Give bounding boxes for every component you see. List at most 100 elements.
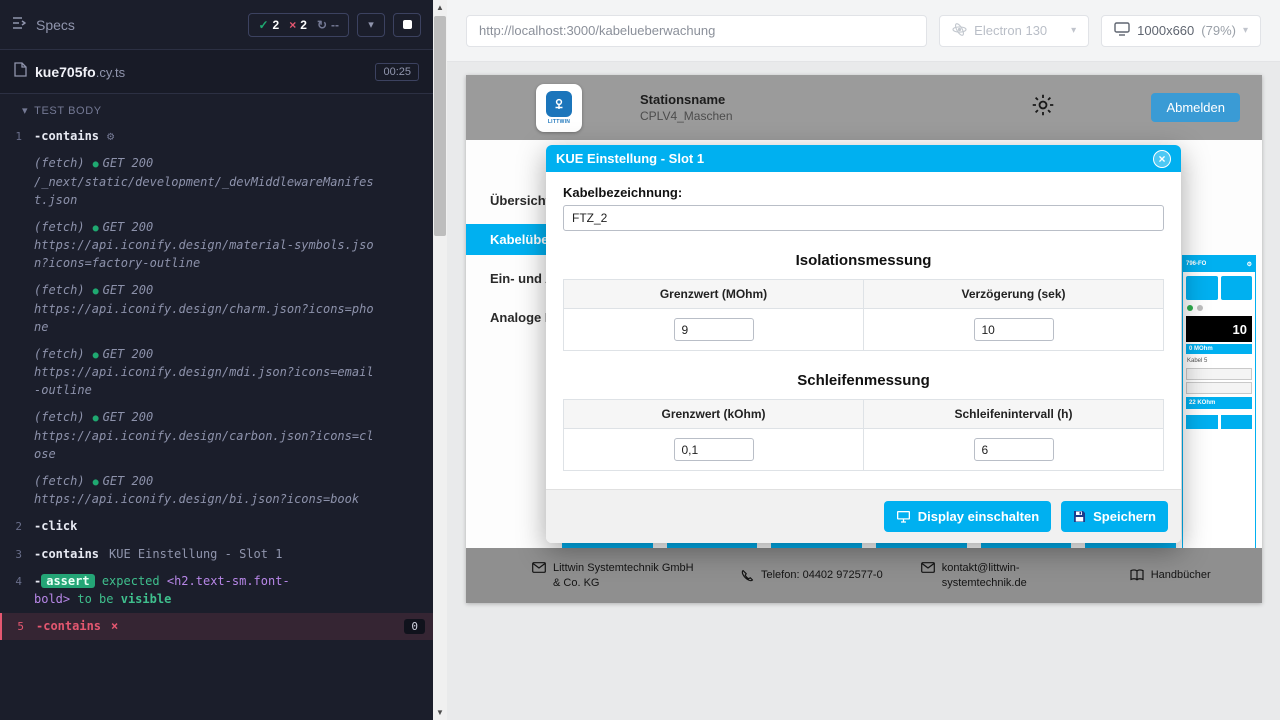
app-header: LITTWIN Stationsname CPLV4_Maschen Abmel… (466, 75, 1262, 140)
slot-footer-block (1186, 415, 1218, 429)
specs-label[interactable]: Specs (36, 17, 75, 33)
loop-intervall-input[interactable] (974, 438, 1054, 461)
book-icon (1130, 569, 1144, 581)
logout-button[interactable]: Abmelden (1151, 93, 1240, 122)
log-fetch[interactable]: (fetch)●GET 200 /_next/static/developmen… (0, 150, 433, 214)
stat-pending: ↻ -- (317, 18, 339, 32)
status-dot-icon: ● (93, 413, 99, 424)
chevron-down-icon: ▾ (368, 18, 374, 31)
log-fetch[interactable]: (fetch)●GET 200 https://api.iconify.desi… (0, 341, 433, 405)
iso-grenzwert-input[interactable] (674, 318, 754, 341)
measurement-display: 10 (1186, 316, 1252, 342)
mini-field (1186, 368, 1252, 380)
loop-table: Grenzwert (kOhm) Schleifenintervall (h) (563, 399, 1164, 471)
app-footer: Littwin Systemtechnik GmbH & Co. KG Tele… (466, 548, 1262, 603)
iso-verzoegerung-input[interactable] (974, 318, 1054, 341)
viewport-icon (1114, 22, 1130, 39)
station-id: CPLV4_Maschen (640, 109, 733, 123)
log-command[interactable]: 1 -contains⚙ (0, 123, 433, 150)
collapse-button[interactable]: ▾ (357, 13, 385, 37)
aut-panel: Electron 130 ▾ 1000x660 (79%) ▾ (447, 0, 1280, 720)
settings-gear-icon[interactable] (1030, 92, 1056, 123)
status-dot-icon: ● (93, 223, 99, 234)
cable-name-label: Kabelbezeichnung: (563, 185, 1164, 200)
display-on-button[interactable]: Display einschalten (884, 501, 1051, 532)
stat-failed: × 2 (289, 18, 307, 32)
status-dot-icon: ● (93, 286, 99, 297)
log-assert[interactable]: 4 -assert expected <h2.text-sm.font-bold… (0, 568, 433, 613)
chevron-down-icon: ▾ (1071, 25, 1076, 36)
retry-count-badge: 0 (404, 619, 425, 634)
iso-col-grenzwert: Grenzwert (MOhm) (564, 280, 864, 309)
log-fetch[interactable]: (fetch)●GET 200 https://api.iconify.desi… (0, 404, 433, 468)
check-icon: ✓ (258, 18, 268, 32)
modal-title: KUE Einstellung - Slot 1 (556, 151, 704, 166)
scrollbar-thumb[interactable] (434, 16, 446, 236)
footer-manuals[interactable]: Handbücher (1130, 568, 1211, 582)
modal-footer: Display einschalten Speichern (546, 489, 1181, 543)
modal-header: KUE Einstellung - Slot 1 × (546, 145, 1181, 172)
cable-label: Kabel 5 (1183, 354, 1255, 366)
save-floppy-icon (1073, 510, 1086, 523)
cypress-reporter: Specs ✓ 2 × 2 ↻ -- (0, 0, 433, 720)
chevron-down-icon: ▾ (1243, 25, 1248, 36)
mini-field (1186, 382, 1252, 394)
command-log: 1 -contains⚙ (fetch)●GET 200 /_next/stat… (0, 123, 433, 720)
slot-tile[interactable] (1186, 276, 1218, 300)
test-body-toggle[interactable]: ▾ TEST BODY (0, 94, 433, 123)
scroll-up-icon[interactable]: ▲ (433, 0, 447, 15)
cross-icon: × (289, 18, 296, 32)
sidebar-scrollbar[interactable]: ▲ ▼ (433, 0, 447, 720)
stop-icon (403, 20, 412, 29)
spec-file-row[interactable]: kue705fo.cy.ts 00:25 (0, 50, 433, 94)
mail-icon (532, 562, 546, 573)
test-stats: ✓ 2 × 2 ↻ -- (248, 13, 349, 37)
spec-file-icon (14, 62, 27, 82)
stat-passed: ✓ 2 (258, 18, 279, 32)
footer-phone: Telefon: 04402 972577-0 (741, 568, 883, 582)
loop-grenzwert-input[interactable] (674, 438, 754, 461)
status-led-gray (1197, 305, 1203, 311)
screen: Specs ✓ 2 × 2 ↻ -- (0, 0, 1280, 720)
cable-name-input[interactable] (563, 205, 1164, 231)
reporter-header: Specs ✓ 2 × 2 ↻ -- (0, 0, 433, 50)
status-dot-icon: ● (93, 159, 99, 170)
fail-x-icon: × (111, 619, 118, 633)
electron-icon (952, 22, 967, 40)
log-fetch[interactable]: (fetch)●GET 200 https://api.iconify.desi… (0, 277, 433, 341)
log-fetch[interactable]: (fetch)●GET 200 https://api.iconify.desi… (0, 214, 433, 278)
slot-title: 796-FO (1186, 261, 1206, 267)
url-input[interactable] (466, 15, 927, 47)
resistance-value: 22 KOhm (1186, 397, 1252, 409)
mail-icon (921, 562, 935, 573)
stop-button[interactable] (393, 13, 421, 37)
iso-col-verzoegerung: Verzögerung (sek) (864, 280, 1164, 309)
scroll-down-icon[interactable]: ▼ (433, 705, 447, 720)
footer-email: kontakt@littwin-systemtechnik.de (921, 561, 1092, 590)
aut-url-bar: Electron 130 ▾ 1000x660 (79%) ▾ (447, 0, 1280, 62)
measurement-unit: 0 MOhm (1186, 344, 1252, 354)
logo-icon (546, 91, 572, 117)
refresh-icon: ↻ (317, 18, 327, 32)
loop-section-title: Schleifenmessung (563, 372, 1164, 389)
slot-footer-block (1221, 415, 1253, 429)
isolation-section-title: Isolationsmessung (563, 252, 1164, 269)
spec-name: kue705fo.cy.ts (35, 64, 125, 80)
slot-gear-icon[interactable]: ⚙ (1247, 261, 1252, 268)
save-button[interactable]: Speichern (1061, 501, 1168, 532)
kue-settings-modal: KUE Einstellung - Slot 1 × Kabelbezeichn… (546, 145, 1181, 543)
viewport-select[interactable]: 1000x660 (79%) ▾ (1101, 15, 1261, 47)
footer-company: Littwin Systemtechnik GmbH & Co. KG (532, 561, 703, 590)
display-icon (896, 510, 911, 523)
specs-menu-icon[interactable] (12, 16, 28, 33)
gear-icon: ⚙ (107, 129, 114, 143)
slot-tile[interactable] (1221, 276, 1253, 300)
isolation-table: Grenzwert (MOhm) Verzögerung (sek) (563, 279, 1164, 351)
loop-col-intervall: Schleifenintervall (h) (864, 400, 1164, 429)
log-command[interactable]: 3 -containsKUE Einstellung - Slot 1 (0, 541, 433, 568)
close-icon[interactable]: × (1153, 150, 1171, 168)
browser-select[interactable]: Electron 130 ▾ (939, 15, 1089, 47)
log-fetch[interactable]: (fetch)●GET 200 https://api.iconify.desi… (0, 468, 433, 514)
log-command[interactable]: 2 -click (0, 513, 433, 540)
log-command-failed[interactable]: 5 -contains× 0 (0, 613, 433, 640)
